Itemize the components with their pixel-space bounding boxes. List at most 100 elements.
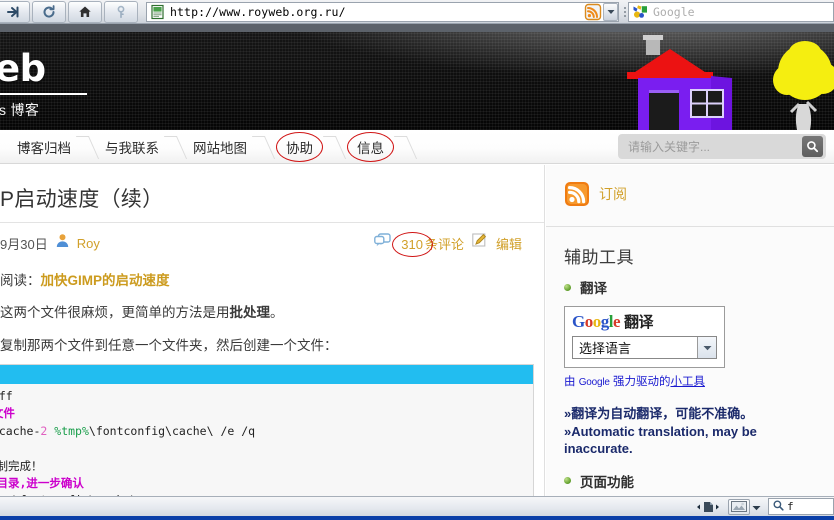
- post-meta: 9月30日 Roy 310 条评论 编辑: [0, 231, 544, 259]
- key-button[interactable]: [104, 0, 138, 23]
- site-nav: 博客归档 与我联系 网站地图 协助 信息 请输入关键字...: [0, 130, 834, 164]
- language-select[interactable]: 选择语言: [572, 336, 717, 359]
- reload-button[interactable]: [32, 0, 66, 23]
- code-token: *.cache-: [0, 423, 41, 438]
- search-icon[interactable]: [802, 136, 823, 157]
- tab-move-icon[interactable]: [695, 500, 721, 514]
- user-avatar-icon: [55, 233, 70, 253]
- google-icon: [632, 4, 648, 20]
- banner-house-tree-illustration: [627, 35, 834, 130]
- google-translate-logo: Google 翻译: [572, 313, 717, 330]
- nav-item-sitemap[interactable]: 网站地图: [176, 130, 264, 164]
- paragraph-1-c: 。: [270, 305, 284, 321]
- credit-link[interactable]: 小工具: [670, 376, 705, 388]
- read-prefix: 阅读：: [0, 273, 41, 288]
- sidebar-item-label: 翻译: [580, 281, 607, 296]
- post-column: P启动速度（续） 9月30日 Roy 310 条评论 编辑 阅读：加快GIMP的…: [0, 165, 545, 496]
- taskbar-strip: [0, 516, 834, 520]
- nav-item-info[interactable]: 信息: [335, 130, 406, 164]
- nav-item-archive[interactable]: 博客归档: [0, 130, 88, 164]
- credit-prefix: 由: [564, 376, 579, 388]
- code-token: l文件: [0, 406, 15, 421]
- page-viewport: Web rdPress 博客: [0, 24, 834, 496]
- nav-item-label: 网站地图: [193, 140, 247, 156]
- bullet-icon: [564, 283, 571, 291]
- forward-button[interactable]: [0, 0, 30, 23]
- translate-disclaimer-cn: »翻译为自动翻译，可能不准确。: [564, 406, 754, 421]
- code-token: 复制完成！: [0, 458, 43, 473]
- page-icon: [150, 4, 166, 20]
- code-token: off: [0, 389, 13, 403]
- edit-pencil-icon[interactable]: [472, 233, 488, 253]
- post-author[interactable]: Roy: [77, 236, 100, 251]
- google-logo-e: e: [612, 312, 621, 331]
- browser-toolbar: http://www.royweb.org.ru/ Google: [0, 0, 834, 24]
- browser-window: http://www.royweb.org.ru/ Google eb s 博客…: [0, 0, 834, 520]
- post-date: 9月30日: [0, 236, 48, 252]
- code-token: 示目录,进一步确认: [0, 476, 84, 491]
- paragraph-1: 这两个文件很麻烦，更简单的方法是用批处理。: [0, 303, 544, 323]
- home-button[interactable]: [68, 0, 102, 23]
- nav-item-label: 信息: [347, 131, 394, 162]
- sidebar-item-label: 页面功能: [580, 474, 634, 490]
- nav-item-label: 博客归档: [17, 140, 71, 156]
- find-bar[interactable]: f: [768, 498, 834, 515]
- address-bar-url: http://www.royweb.org.ru/: [170, 4, 346, 19]
- address-bar[interactable]: http://www.royweb.org.ru/: [146, 1, 619, 22]
- sidebar-feed[interactable]: 订阅: [564, 165, 834, 207]
- chevron-down-icon[interactable]: [752, 498, 761, 516]
- browser-search-placeholder: Google: [653, 4, 695, 19]
- code-block-header-bar: [0, 365, 533, 384]
- google-translate-label: 翻译: [624, 314, 654, 331]
- translate-disclaimer-en: »Automatic translation, may be inaccurat…: [564, 423, 757, 457]
- nav-item-contact[interactable]: 与我联系: [88, 130, 176, 164]
- site-banner: Web rdPress 博客: [0, 32, 834, 130]
- translate-disclaimer: »翻译为自动翻译，可能不准确。 »Automatic translation, …: [564, 405, 804, 458]
- comments-count: 310: [392, 231, 433, 257]
- rss-icon[interactable]: [584, 3, 602, 21]
- search-icon: [773, 498, 784, 516]
- sidebar-heading-tools: 辅助工具: [564, 248, 634, 267]
- page-top-band: [0, 24, 834, 32]
- sidebar-feed-label: 订阅: [599, 186, 627, 202]
- nav-item-help[interactable]: 协助: [264, 130, 335, 164]
- sidebar: 订阅 辅助工具 翻译 Google 翻译 选择语言 由 Google 强力驱动的…: [546, 165, 834, 496]
- site-search-input[interactable]: 请输入关键字...: [618, 138, 802, 155]
- paragraph-1-bold: 批处理: [229, 305, 271, 321]
- comments-link[interactable]: 310 条评论: [392, 231, 464, 257]
- read-link[interactable]: 加快GIMP的启动速度: [41, 273, 170, 288]
- code-block-content[interactable]: off l文件 *.cache-2 %tmp%\fontconfig\cache…: [0, 384, 533, 496]
- image-icon[interactable]: [728, 498, 750, 515]
- credit-mid: 强力驱动的: [609, 376, 671, 388]
- toolbar-gripper[interactable]: [621, 3, 628, 21]
- page-title: P启动速度（续）: [0, 188, 164, 211]
- paragraph-2: 复制那两个文件到任意一个文件夹，然后创建一个文件：: [0, 337, 338, 353]
- google-translate-widget: Google 翻译 选择语言: [564, 306, 725, 368]
- code-block: off l文件 *.cache-2 %tmp%\fontconfig\cache…: [0, 364, 534, 496]
- branding-rule: [0, 93, 87, 95]
- browser-search-box[interactable]: Google: [628, 1, 834, 22]
- status-bar: f: [0, 496, 834, 516]
- google-logo-g1: G: [572, 312, 585, 331]
- google-logo-o2: o: [592, 312, 602, 331]
- rss-icon[interactable]: [564, 181, 590, 207]
- comment-bubble-icon: [374, 233, 391, 253]
- google-translate-credit: 由 Google 强力驱动的小工具: [564, 373, 834, 389]
- title-divider: [0, 222, 544, 223]
- sidebar-item-translate: 翻译: [564, 277, 834, 297]
- sidebar-divider: [546, 226, 834, 227]
- site-title: Web: [0, 47, 46, 90]
- chevron-down-icon[interactable]: [603, 2, 618, 21]
- credit-brand: Google: [578, 377, 610, 388]
- nav-item-label: 与我联系: [105, 140, 159, 156]
- chevron-down-icon[interactable]: [697, 337, 716, 358]
- code-token: \fontconfig\cache\ /e /q: [88, 423, 256, 438]
- read-line: 阅读：加快GIMP的启动速度: [0, 271, 544, 291]
- site-search[interactable]: 请输入关键字...: [618, 134, 826, 159]
- site-branding[interactable]: Web rdPress 博客: [0, 50, 87, 120]
- nav-item-label: 协助: [276, 131, 323, 162]
- sidebar-item-page-functions: 页面功能: [564, 471, 834, 491]
- find-bar-text: f: [787, 500, 794, 513]
- edit-label[interactable]: 编辑: [496, 234, 522, 253]
- google-logo-g2: g: [600, 312, 610, 331]
